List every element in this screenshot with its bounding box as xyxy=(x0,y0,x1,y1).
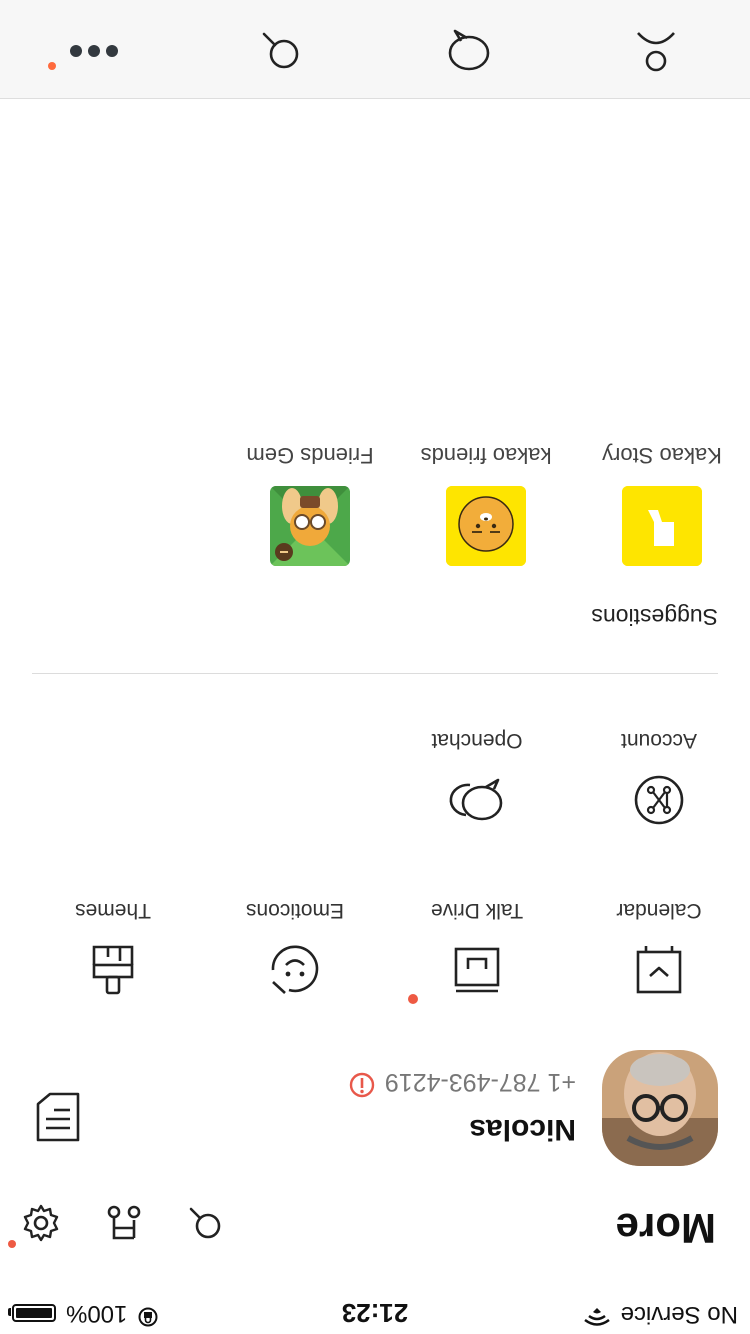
friends-gem-icon xyxy=(270,486,350,566)
menu-item-calendar[interactable]: Calendar xyxy=(568,898,750,998)
battery-fill xyxy=(16,1308,52,1319)
paint-brush-icon xyxy=(90,939,136,998)
drive-icon xyxy=(452,941,502,996)
music-note-icon xyxy=(104,1200,142,1243)
status-bar: No Service 21:23 100% xyxy=(0,1294,750,1334)
more-dots-icon xyxy=(68,39,120,60)
more-badge xyxy=(48,62,56,70)
search-icon xyxy=(260,26,302,73)
search-button[interactable] xyxy=(164,1186,246,1256)
info-icon[interactable] xyxy=(349,1065,375,1098)
profile-phone-row: +1 787-493-4219 xyxy=(349,1065,576,1098)
status-right: 100% xyxy=(12,1299,159,1328)
menu-item-themes[interactable]: Themes xyxy=(22,898,204,998)
app-kakao-story[interactable]: Kakao Story xyxy=(574,442,750,566)
menu-row-2: Account Openchat xyxy=(0,728,750,828)
calendar-icon xyxy=(634,940,684,997)
menu-label: Account xyxy=(621,729,697,752)
person-icon xyxy=(634,25,678,74)
header: More xyxy=(0,1174,750,1274)
app-label: Friends Gem xyxy=(246,443,374,468)
tab-bar xyxy=(0,0,750,99)
menu-label: Calendar xyxy=(616,899,702,922)
more-tab[interactable] xyxy=(0,0,188,98)
avatar[interactable] xyxy=(602,1050,718,1166)
suggestions-list: Kakao Story kakao friends Friends Gem xyxy=(0,442,750,566)
search-tab[interactable] xyxy=(188,0,376,98)
gear-icon xyxy=(21,1199,61,1244)
document-icon xyxy=(34,1088,82,1142)
menu-label: Emoticons xyxy=(245,899,345,922)
battery-percent: 100% xyxy=(66,1300,128,1328)
menu-item-openchat[interactable]: Openchat xyxy=(386,728,568,828)
menu-label: Talk Drive xyxy=(430,899,524,922)
menu-item-emoticons[interactable]: Emoticons xyxy=(204,898,386,998)
search-icon xyxy=(187,1201,223,1242)
drive-badge xyxy=(408,994,418,1004)
emoticon-icon xyxy=(269,940,321,997)
menu-label: Themes xyxy=(75,899,151,922)
screen: No Service 21:23 100% More Nicolas +1 78… xyxy=(0,0,750,1334)
profile-card[interactable]: Nicolas +1 787-493-4219 xyxy=(0,1048,750,1166)
battery-icon xyxy=(12,1304,56,1323)
app-kakao-friends[interactable]: kakao friends xyxy=(398,442,574,566)
kakao-friends-icon xyxy=(446,486,526,566)
profile-phone: +1 787-493-4219 xyxy=(384,1068,576,1096)
friends-tab[interactable] xyxy=(563,0,750,98)
profile-name: Nicolas xyxy=(469,1113,576,1146)
menu-item-talk-drive[interactable]: Talk Drive xyxy=(386,898,568,1004)
menu-item-account[interactable]: Account xyxy=(568,728,750,828)
page-title: More xyxy=(615,1205,716,1252)
suggestions-title: Suggestions xyxy=(591,604,718,630)
account-icon xyxy=(633,770,685,827)
notification-dot xyxy=(8,1240,16,1248)
orientation-lock-icon xyxy=(137,1299,159,1328)
kakao-story-icon xyxy=(622,486,702,566)
chat-bubble-icon xyxy=(447,25,491,74)
section-divider xyxy=(32,673,718,674)
header-actions xyxy=(0,1186,246,1256)
app-label: Kakao Story xyxy=(602,443,722,468)
app-friends-gem[interactable]: Friends Gem xyxy=(222,442,398,566)
chats-tab[interactable] xyxy=(375,0,563,98)
menu-row-1: Calendar Talk Drive Emoticons Themes xyxy=(0,898,750,1004)
menu-label: Openchat xyxy=(431,729,523,752)
openchat-icon xyxy=(448,771,506,826)
music-button[interactable] xyxy=(82,1186,164,1256)
app-label: kakao friends xyxy=(420,443,552,468)
settings-button[interactable] xyxy=(0,1186,82,1256)
document-button[interactable] xyxy=(34,1087,82,1144)
